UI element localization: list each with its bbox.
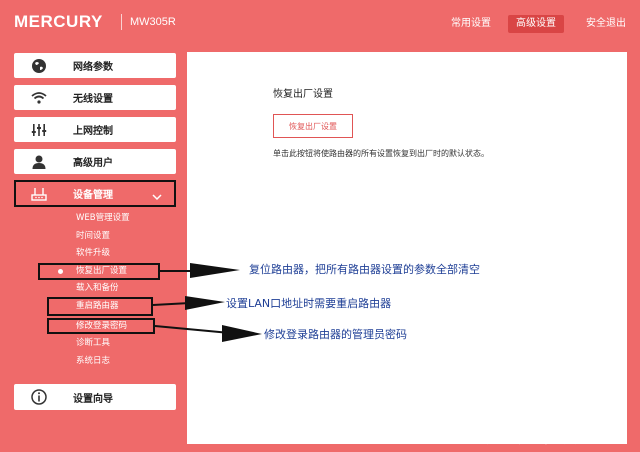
- annotation-change-password: 修改登录路由器的管理员密码: [264, 328, 407, 341]
- annotation-arrows: [152, 263, 262, 342]
- arrow-factory-reset: [160, 263, 240, 278]
- annotation-reboot: 设置LAN口地址时需要重启路由器: [226, 297, 392, 310]
- arrow-change-password: [154, 325, 262, 342]
- annotation-factory-reset: 复位路由器，把所有路由器设置的参数全部清空: [249, 263, 480, 276]
- arrow-reboot: [152, 296, 225, 310]
- watermark: 头条号 / 评测大仁: [486, 432, 590, 447]
